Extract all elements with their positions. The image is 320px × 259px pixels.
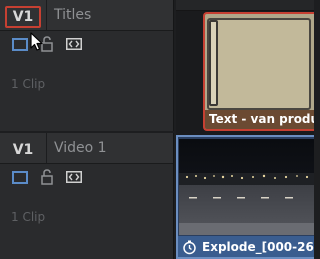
monitor-icon[interactable] (12, 38, 28, 51)
video-clip-label-bar: Explode_[000-269] (178, 236, 314, 257)
retime-icon (183, 240, 196, 255)
title-clip-thumbnail (207, 18, 311, 110)
clip-count: 1 Clip (11, 77, 46, 91)
divider (46, 0, 47, 30)
video-thumbnail (179, 139, 314, 235)
track-name[interactable]: Titles (54, 7, 91, 23)
timeline-ruler[interactable] (176, 0, 314, 11)
timeline-editor: V1 Titles 1 Clip V1 Video 1 1 Clip Text … (0, 0, 314, 259)
lock-icon[interactable] (40, 36, 54, 52)
track-id-button[interactable]: V1 (5, 6, 41, 28)
code-icon[interactable] (66, 38, 82, 50)
title-clip[interactable]: Text - van product (203, 12, 314, 131)
video-clip[interactable]: Explode_[000-269] (176, 135, 314, 259)
title-clip-label: Text - van product (205, 110, 314, 129)
clip-count: 1 Clip (11, 210, 46, 224)
monitor-icon[interactable] (12, 171, 28, 184)
track-header-video-1[interactable]: V1 Video 1 1 Clip (0, 133, 174, 259)
divider (46, 133, 47, 163)
code-icon[interactable] (66, 171, 82, 183)
night-scene-image (179, 139, 314, 235)
clip-trim-handle[interactable] (209, 20, 218, 106)
track-header-titles[interactable]: V1 Titles 1 Clip (0, 0, 174, 131)
video-clip-label: Explode_[000-269] (202, 240, 314, 254)
track-name[interactable]: Video 1 (54, 140, 107, 156)
lock-icon[interactable] (40, 169, 54, 185)
track-id-button[interactable]: V1 (5, 139, 41, 161)
track-header-row: V1 Titles (0, 0, 173, 31)
timeline-area[interactable]: Text - van product (176, 0, 314, 259)
track-header-row: V1 Video 1 (0, 133, 173, 164)
